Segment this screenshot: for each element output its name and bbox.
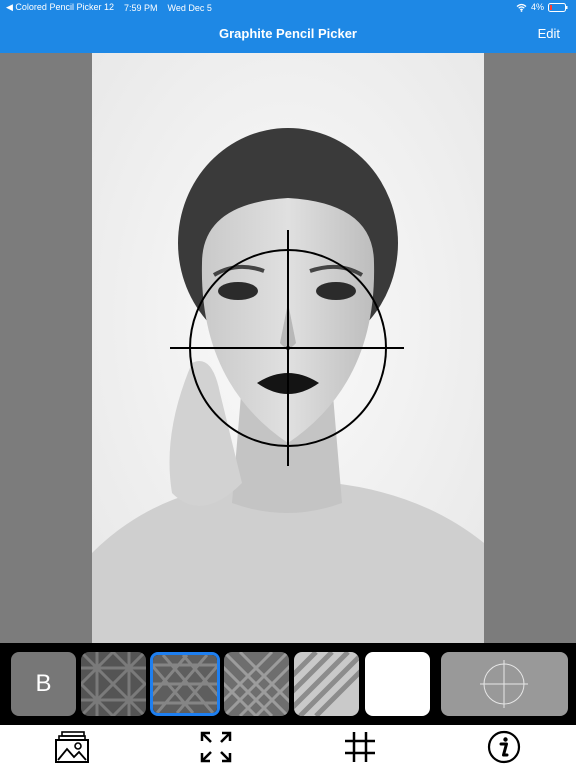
- back-to-app-link[interactable]: ◀ Colored Pencil Picker 12: [6, 2, 114, 13]
- crosshair-icon: [480, 660, 528, 708]
- reticle-toggle-button[interactable]: [441, 652, 568, 716]
- status-date: Wed Dec 5: [167, 2, 212, 13]
- bottom-toolbar: [0, 725, 576, 768]
- expand-icon: [200, 731, 232, 763]
- grid-icon: [345, 732, 375, 762]
- status-time: 7:59 PM: [123, 2, 158, 13]
- portrait-illustration: [92, 53, 484, 643]
- page-title: Graphite Pencil Picker: [218, 26, 357, 41]
- back-app-label: Colored Pencil Picker 12: [15, 2, 114, 12]
- swatch-white[interactable]: [365, 652, 430, 716]
- battery-percent: 4%: [530, 2, 544, 12]
- status-bar: ◀ Colored Pencil Picker 12 7:59 PM Wed D…: [0, 0, 576, 16]
- photo-library-button[interactable]: [53, 729, 91, 765]
- swatch-dark-crosshatch[interactable]: [150, 652, 220, 716]
- swatch-light-diagonal[interactable]: [294, 652, 359, 716]
- battery-icon: [548, 2, 568, 12]
- pencil-grade-label: B: [35, 670, 52, 697]
- photo-icon: [55, 731, 89, 763]
- info-button[interactable]: [485, 729, 523, 765]
- swatch-dark-lattice[interactable]: [81, 652, 146, 716]
- info-icon: [487, 730, 521, 764]
- nav-bar: Graphite Pencil Picker Edit: [0, 16, 576, 53]
- image-canvas[interactable]: [0, 53, 576, 643]
- edit-button[interactable]: Edit: [538, 26, 560, 41]
- pencil-swatch-strip: B: [0, 643, 576, 725]
- grid-toggle-button[interactable]: [341, 729, 379, 765]
- wifi-icon: [516, 3, 527, 12]
- swatch-medium-crosshatch[interactable]: [224, 652, 289, 716]
- pencil-grade-swatch[interactable]: B: [11, 652, 76, 716]
- portrait-photo[interactable]: [92, 53, 484, 643]
- fullscreen-button[interactable]: [197, 729, 235, 765]
